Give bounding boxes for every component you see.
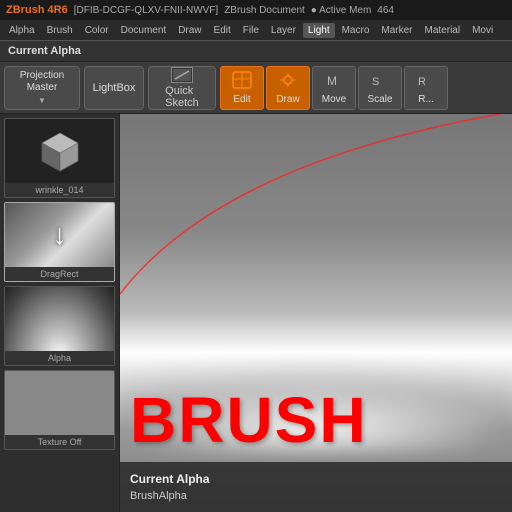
toolbar: ProjectionMaster ▼ LightBox QuickSketch …	[0, 62, 512, 114]
mem-indicator: ● Active Mem	[311, 5, 372, 16]
canvas-info-line2: BrushAlpha	[130, 488, 502, 505]
menu-draw[interactable]: Draw	[173, 23, 206, 38]
projection-master-button[interactable]: ProjectionMaster ▼	[4, 66, 80, 110]
app-name: ZBrush 4R6	[6, 4, 68, 16]
texture-off-bg	[5, 371, 114, 435]
current-alpha-bar: Current Alpha	[0, 40, 512, 62]
title-bar: ZBrush 4R6 [DFIB-DCGF-QLXV-FNII-NWVF] ZB…	[0, 0, 512, 20]
rotate-label: R...	[418, 94, 434, 105]
lightbox-label: LightBox	[93, 82, 136, 94]
thumb-label-alpha: Alpha	[5, 351, 114, 365]
draw-label: Draw	[276, 94, 299, 105]
svg-text:S: S	[372, 76, 379, 88]
scale-icon: S	[370, 71, 390, 92]
edit-label: Edit	[233, 94, 250, 105]
doc-name: ZBrush Document	[224, 5, 305, 16]
dragrect-bg: ↓	[5, 203, 114, 267]
canvas-info: Current Alpha BrushAlpha	[120, 462, 512, 512]
menu-alpha[interactable]: Alpha	[4, 23, 40, 38]
draw-button[interactable]: Draw	[266, 66, 310, 110]
dropdown-triangle-icon: ▼	[38, 96, 46, 105]
menu-file[interactable]: File	[238, 23, 264, 38]
brush-display-text: BRUSH	[130, 383, 368, 457]
menu-bar: Alpha Brush Color Document Draw Edit Fil…	[0, 20, 512, 40]
thumb-img-dragrect: ↓	[5, 203, 114, 267]
alpha-thumb-alpha[interactable]: Alpha	[4, 286, 115, 366]
thumb-label-wrinkle: wrinkle_014	[5, 183, 114, 197]
thumb-img-texture	[5, 371, 114, 435]
svg-text:R: R	[418, 76, 426, 88]
thumb-img-alpha	[5, 287, 114, 351]
svg-text:M: M	[327, 74, 337, 88]
thumb-label-dragrect: DragRect	[5, 267, 114, 281]
menu-document[interactable]: Document	[116, 23, 172, 38]
quick-sketch-label: QuickSketch	[165, 85, 199, 109]
menu-macro[interactable]: Macro	[337, 23, 375, 38]
edit-draw-group: Edit Draw M Move	[220, 66, 448, 110]
quick-sketch-button[interactable]: QuickSketch	[148, 66, 216, 110]
move-label: Move	[322, 94, 346, 105]
mem-value: 464	[377, 5, 394, 16]
main-layout: wrinkle_014 ↓ DragRect Alpha Texture Off	[0, 114, 512, 512]
title-bar-left: ZBrush 4R6 [DFIB-DCGF-QLXV-FNII-NWVF] ZB…	[6, 4, 394, 16]
menu-color[interactable]: Color	[80, 23, 114, 38]
move-button[interactable]: M Move	[312, 66, 356, 110]
menu-material[interactable]: Material	[420, 23, 466, 38]
scale-button[interactable]: S Scale	[358, 66, 402, 110]
rotate-icon: R	[416, 71, 436, 92]
rotate-button[interactable]: R R...	[404, 66, 448, 110]
cube-svg	[38, 129, 82, 173]
menu-light[interactable]: Light	[303, 23, 335, 38]
lightbox-button[interactable]: LightBox	[84, 66, 144, 110]
menu-edit[interactable]: Edit	[209, 23, 236, 38]
menu-layer[interactable]: Layer	[266, 23, 301, 38]
alpha-brush-bg	[5, 287, 114, 351]
quick-sketch-icon	[171, 67, 193, 83]
projection-master-label: ProjectionMaster	[20, 70, 64, 94]
menu-brush[interactable]: Brush	[42, 23, 78, 38]
edit-button[interactable]: Edit	[220, 66, 264, 110]
arrow-down-icon: ↓	[53, 219, 67, 251]
alpha-thumb-texture[interactable]: Texture Off	[4, 370, 115, 450]
thumb-label-texture: Texture Off	[5, 435, 114, 449]
canvas-area[interactable]: BRUSH Current Alpha BrushAlpha	[120, 114, 512, 512]
scale-label: Scale	[367, 94, 392, 105]
alpha-thumb-dragrect[interactable]: ↓ DragRect	[4, 202, 115, 282]
edit-icon	[232, 71, 252, 92]
current-alpha-label: Current Alpha	[8, 45, 81, 57]
menu-movie[interactable]: Movi	[467, 23, 498, 38]
canvas-info-line1: Current Alpha	[130, 470, 502, 488]
license-key: [DFIB-DCGF-QLXV-FNII-NWVF]	[74, 5, 218, 16]
thumb-img-wrinkle	[5, 119, 114, 183]
move-icon: M	[324, 71, 344, 92]
draw-icon	[278, 71, 298, 92]
menu-marker[interactable]: Marker	[376, 23, 417, 38]
left-panel: wrinkle_014 ↓ DragRect Alpha Texture Off	[0, 114, 120, 512]
alpha-thumb-wrinkle[interactable]: wrinkle_014	[4, 118, 115, 198]
